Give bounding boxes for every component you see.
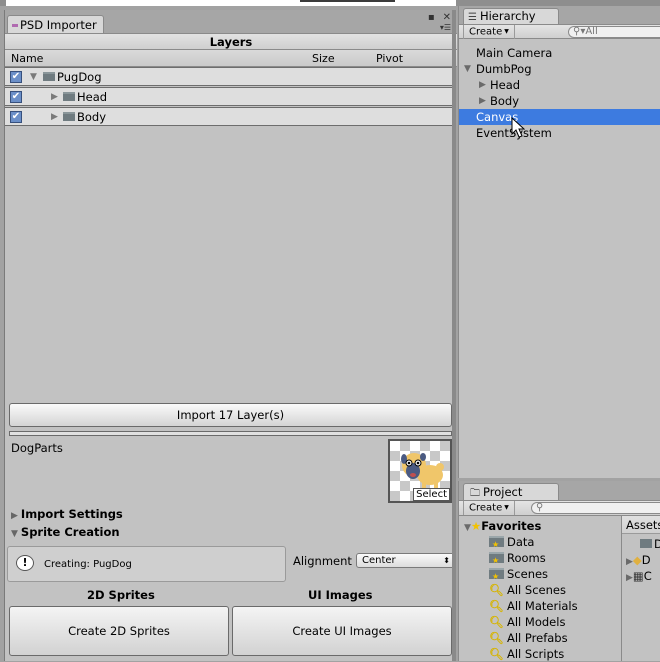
favorite-item[interactable]: 🔍︎ All Scenes [489,582,566,598]
search-icon: 🔍︎ [489,647,504,661]
list-icon: ☰ [468,12,477,23]
favorite-folder-icon [489,568,504,585]
project-toolbar: Create ▼ ⚲ [459,500,660,516]
collapse-arrow-icon[interactable]: ▶ [479,93,486,109]
sprite-creation-foldout[interactable]: ▼ Sprite Creation [11,525,120,539]
import-layers-button[interactable]: Import 17 Layer(s) [9,403,452,427]
pug-image [401,453,444,488]
column-name[interactable]: Name [11,50,43,67]
favorite-item[interactable]: 🔍︎ All Prefabs [489,630,568,646]
create-button[interactable]: Create ▼ [463,501,515,515]
maximize-icon[interactable]: ▪ [428,12,435,23]
folder-icon [63,112,75,121]
hierarchy-toolbar: Create ▼ ⚲▾All [459,24,660,39]
folder-icon [640,539,652,548]
sprites-header: 2D Sprites [87,588,155,602]
favorites-item[interactable]: ▼★Favorites [464,518,541,534]
project-window: 🗀Project Create▼ ⚲ ▼★Favorites Data Room… [458,481,660,661]
close-icon[interactable]: ✕ [443,12,451,23]
star-icon: ★ [470,519,482,533]
layer-row[interactable]: ✔ ▶ Body [5,107,455,126]
layer-checkbox[interactable]: ✔ [10,71,22,83]
psd-importer-icon [12,23,18,27]
import-settings-foldout[interactable]: ▶ Import Settings [11,507,123,521]
favorite-item[interactable]: Data [489,534,534,553]
layers-header: Layers [5,33,457,50]
hierarchy-item[interactable]: ▶ Head [459,77,660,93]
search-icon: ⚲▾ [573,26,586,37]
search-icon: 🔍︎ [489,583,504,597]
search-icon: 🔍︎ [489,615,504,629]
asset-item[interactable]: ▶◆D [622,552,660,568]
info-icon: ! [16,555,34,571]
hierarchy-item[interactable]: ▶ Body [459,93,660,109]
favorite-folder-icon [489,536,504,553]
grid-asset-icon: ▦ [632,569,644,583]
help-box: ! Creating: PugDog [7,546,286,582]
collapse-arrow-icon[interactable]: ▶ [51,112,58,122]
search-input[interactable]: ⚲▾All [568,26,660,38]
layer-checkbox[interactable]: ✔ [10,91,22,103]
layer-row[interactable]: ✔ ▼ PugDog [5,67,455,86]
create-button[interactable]: Create ▼ [463,25,515,39]
expand-arrow-icon[interactable]: ▼ [464,523,471,533]
panel-menu-icon[interactable]: ▾☰ [440,23,451,32]
create-ui-images-button[interactable]: Create UI Images [232,606,452,656]
sprite-thumbnail[interactable]: Select [388,439,452,503]
layer-row[interactable]: ✔ ▶ Head [5,87,455,106]
asset-item[interactable]: ▶▦C [622,568,660,584]
tab-strip: PSD Importer ▪ ✕ ▾☰ [5,10,457,34]
assets-breadcrumb[interactable]: Assets [622,516,660,534]
layer-checkbox[interactable]: ✔ [10,111,22,123]
hierarchy-item[interactable]: ▼ DumbPog [459,61,660,77]
hierarchy-item-selected[interactable]: Canvas [459,109,660,125]
column-pivot[interactable]: Pivot [376,50,403,67]
search-icon: ⚲ [536,502,544,513]
search-icon: 🔍︎ [489,599,504,613]
asset-item[interactable]: D [622,536,660,552]
hierarchy-item[interactable]: Main Camera [459,45,660,61]
search-icon: 🔍︎ [489,631,504,645]
folder-icon [43,72,55,81]
favorite-item[interactable]: Rooms [489,550,546,569]
updown-icon: ⬍ [443,556,450,565]
favorite-item[interactable]: Scenes [489,566,548,585]
collapse-arrow-icon: ▶ [11,511,18,521]
divider [9,431,452,436]
expand-arrow-icon[interactable]: ▼ [464,61,471,77]
column-size[interactable]: Size [312,50,335,67]
folder-icon: 🗀 [470,488,480,499]
alignment-label: Alignment [293,554,352,568]
favorite-item[interactable]: 🔍︎ All Models [489,614,565,630]
favorite-folder-icon [489,552,504,569]
tab-psd-importer[interactable]: PSD Importer [7,15,104,34]
ui-images-header: UI Images [308,588,373,602]
select-button[interactable]: Select [413,488,450,501]
mouse-cursor-icon [511,117,525,138]
collapse-arrow-icon[interactable]: ▶ [626,557,633,567]
expand-arrow-icon: ▼ [11,529,18,539]
alignment-dropdown[interactable]: Center ⬍ [356,553,455,568]
asset-name: DogParts [11,441,63,455]
folder-icon [63,92,75,101]
psd-importer-window: PSD Importer ▪ ✕ ▾☰ Layers Name Size Piv… [4,10,457,661]
collapse-arrow-icon[interactable]: ▶ [626,573,633,583]
search-input[interactable]: ⚲ [531,502,660,514]
hierarchy-item[interactable]: EventSystem [459,125,660,141]
collapse-arrow-icon[interactable]: ▶ [479,77,486,93]
hierarchy-window: ☰ Hierarchy Create ▼ ⚲▾All Main Camera ▼ Du… [458,6,660,478]
tab-hierarchy[interactable]: ☰ Hierarchy [463,8,559,25]
window-edge [452,10,456,661]
dropdown-icon: ▼ [504,504,509,511]
favorite-item[interactable]: 🔍︎ All Materials [489,598,578,614]
collapse-arrow-icon[interactable]: ▶ [51,92,58,102]
dropdown-icon: ▼ [504,28,509,35]
favorite-item[interactable]: 🔍︎ All Scripts [489,646,564,662]
tab-project[interactable]: 🗀 Project [463,483,559,501]
expand-arrow-icon[interactable]: ▼ [30,72,37,82]
column-header: Name Size Pivot [5,50,457,67]
asset-icon: ◆ [632,553,642,567]
create-2d-sprites-button[interactable]: Create 2D Sprites [9,606,229,656]
